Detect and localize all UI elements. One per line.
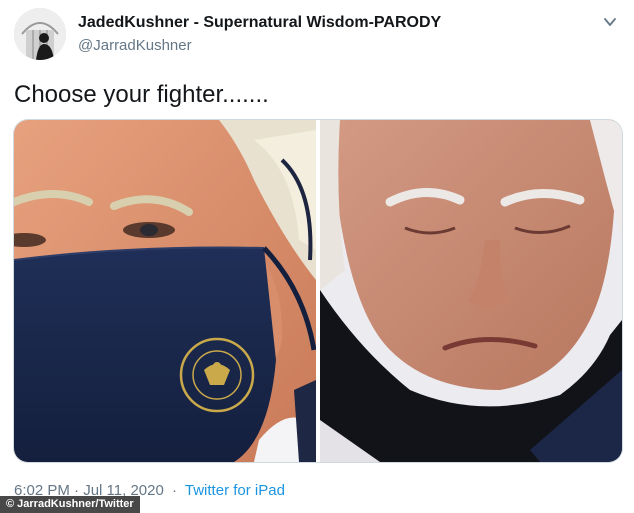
footer-separator: · (171, 482, 177, 499)
tweet-media (14, 120, 622, 462)
tweet-source-link[interactable]: Twitter for iPad (185, 482, 285, 499)
tweet-text: Choose your fighter....... (14, 81, 269, 108)
chevron-down-icon[interactable] (600, 12, 620, 32)
avatar-silhouette-icon (14, 8, 66, 60)
man-in-navy-seal-mask-photo[interactable] (14, 120, 316, 462)
photo-credit: © JarradKushner/Twitter (0, 496, 140, 513)
avatar[interactable] (14, 8, 66, 60)
man-with-lowered-black-mask-photo[interactable] (320, 120, 622, 462)
display-name[interactable]: JadedKushner - Supernatural Wisdom-PAROD… (78, 14, 441, 32)
user-handle[interactable]: @JarradKushner (78, 37, 192, 54)
